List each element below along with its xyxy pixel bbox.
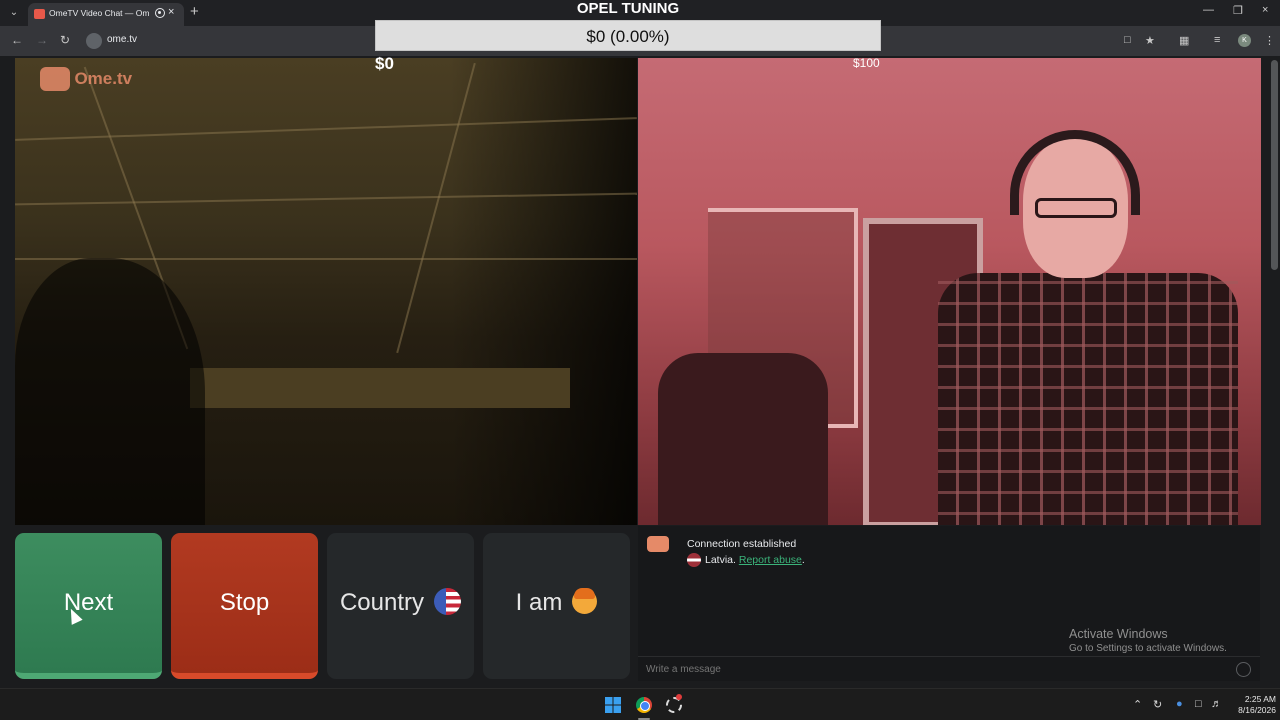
- chat-input-bar: [638, 656, 1260, 681]
- new-tab-icon[interactable]: +: [190, 3, 199, 20]
- ometv-chat-logo-icon: [647, 536, 669, 552]
- local-video: Ome.tv: [15, 58, 637, 525]
- forward-icon[interactable]: →: [36, 33, 48, 47]
- donation-goal-title: OPEL TUNING: [576, 0, 680, 17]
- browser-menu-icon[interactable]: ⋮: [1264, 34, 1275, 47]
- chat-panel: Connection established Latvia. Report ab…: [638, 526, 1260, 681]
- notification-badge: [676, 694, 682, 700]
- report-abuse-link[interactable]: Report abuse: [739, 554, 802, 566]
- ometv-logo[interactable]: Ome.tv: [40, 67, 132, 91]
- boy-face-icon: [572, 588, 598, 615]
- taskbar-clock[interactable]: 2:25 AM 8/16/2026: [1226, 694, 1276, 716]
- activate-windows-title: Activate Windows: [1069, 627, 1168, 641]
- tv-logo-icon: [40, 67, 70, 91]
- network-icon[interactable]: □: [1195, 698, 1202, 710]
- next-button[interactable]: Next: [15, 533, 162, 679]
- clock-time: 2:25 AM: [1244, 694, 1276, 704]
- restore-icon[interactable]: ❐: [1233, 4, 1243, 17]
- back-icon[interactable]: ←: [11, 33, 23, 47]
- bookmark-star-icon[interactable]: ★: [1145, 34, 1155, 47]
- tray-overflow-icon[interactable]: ⌃: [1133, 698, 1142, 711]
- reload-icon[interactable]: ↻: [60, 33, 70, 47]
- tab-search-icon[interactable]: ⌄: [6, 5, 22, 21]
- profile-avatar[interactable]: K: [1238, 34, 1251, 47]
- donation-progress-label: $0 (0.00%): [586, 27, 670, 46]
- chrome-taskbar-icon[interactable]: [636, 697, 652, 713]
- windows-start-icon[interactable]: [605, 697, 621, 713]
- connection-status: Connection established: [687, 538, 797, 550]
- us-flag-icon: [434, 588, 462, 616]
- url-text: ome.tv: [107, 34, 138, 45]
- gender-button[interactable]: I am: [483, 533, 630, 679]
- donation-start-amount: $0: [375, 54, 394, 73]
- tab-close-icon[interactable]: ×: [168, 6, 174, 18]
- site-info-icon[interactable]: [86, 33, 102, 49]
- ometv-page: Ome.tv Next Stop Country I am Connection…: [0, 56, 1280, 688]
- minimize-icon[interactable]: —: [1203, 4, 1214, 16]
- install-app-icon[interactable]: □: [1124, 34, 1131, 46]
- page-scrollbar[interactable]: [1271, 60, 1278, 270]
- volume-icon[interactable]: ♬: [1211, 698, 1222, 710]
- country-button[interactable]: Country: [327, 533, 474, 679]
- windows-taskbar: ⌃ ↻ ● □ ♬ 2:25 AM 8/16/2026: [0, 688, 1280, 720]
- donation-goal-amount: $100: [853, 56, 880, 70]
- latvia-flag-icon: [687, 553, 701, 567]
- partner-video: [638, 58, 1261, 525]
- clock-date: 8/16/2026: [1238, 705, 1276, 715]
- donation-progress-bar: $0 (0.00%): [375, 20, 881, 51]
- browser-tab[interactable]: OmeTV Video Chat — Ome ×: [28, 3, 184, 26]
- recording-indicator-icon: [155, 8, 165, 18]
- partner-country: Latvia. Report abuse.: [687, 553, 805, 567]
- media-control-icon[interactable]: ≡: [1214, 34, 1220, 46]
- microphone-icon[interactable]: ●: [1176, 698, 1183, 710]
- ometv-favicon-icon: [34, 9, 45, 19]
- close-window-icon[interactable]: ×: [1262, 4, 1268, 16]
- tab-title: OmeTV Video Chat — Ome: [49, 8, 149, 18]
- emoji-picker-icon[interactable]: [1236, 662, 1251, 677]
- message-input[interactable]: [646, 664, 1206, 675]
- stop-button[interactable]: Stop: [171, 533, 318, 679]
- sync-icon[interactable]: ↻: [1153, 698, 1162, 711]
- extensions-icon[interactable]: ▦: [1179, 34, 1189, 47]
- activate-windows-subtitle: Go to Settings to activate Windows.: [1069, 643, 1227, 654]
